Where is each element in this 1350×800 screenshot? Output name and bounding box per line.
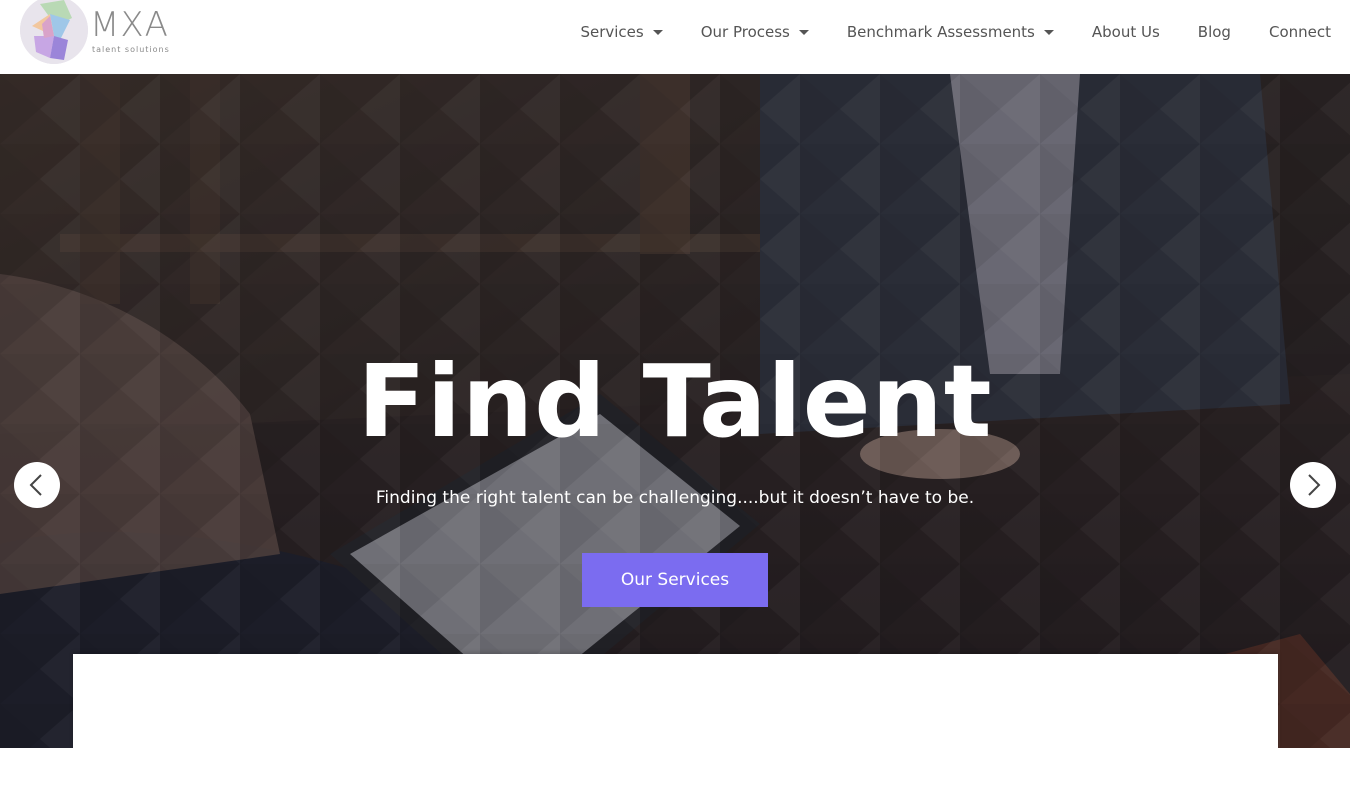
our-services-button[interactable]: Our Services — [582, 553, 768, 607]
nav-item-benchmark-assessments[interactable]: Benchmark Assessments — [847, 23, 1054, 41]
nav-item-label: Our Process — [700, 23, 790, 41]
logo-mark-icon — [20, 0, 88, 64]
hero-subtitle: Finding the right talent can be challeng… — [375, 488, 975, 508]
nav-item-services[interactable]: Services — [580, 23, 663, 41]
nav-item-label: Services — [580, 23, 644, 41]
nav-item-blog[interactable]: Blog — [1198, 23, 1231, 41]
content-card — [73, 654, 1278, 748]
chevron-right-icon — [1308, 474, 1321, 496]
main-nav: Services Our Process Benchmark Assessmen… — [542, 22, 1350, 42]
slider-next-button[interactable] — [1290, 462, 1336, 508]
nav-item-connect[interactable]: Connect — [1269, 23, 1331, 41]
nav-item-label: Connect — [1268, 23, 1331, 41]
nav-item-label: Blog — [1197, 23, 1231, 41]
caret-down-icon — [652, 29, 663, 35]
nav-item-about-us[interactable]: About Us — [1092, 23, 1160, 41]
caret-down-icon — [1043, 29, 1054, 35]
hero-title: Find Talent — [357, 343, 993, 460]
slider-prev-button[interactable] — [14, 462, 60, 508]
site-header: MXA talent solutions Services Our Proces… — [0, 0, 1350, 74]
page-body — [0, 748, 1350, 800]
brand-logo[interactable]: MXA talent solutions — [20, 0, 190, 66]
logo-tagline: talent solutions — [92, 45, 170, 54]
nav-item-label: About Us — [1091, 23, 1160, 41]
hero-slider: Find Talent Finding the right talent can… — [0, 74, 1350, 748]
chevron-left-icon — [29, 474, 42, 496]
nav-item-label: Benchmark Assessments — [846, 23, 1035, 41]
logo-wordmark: MXA — [90, 5, 169, 45]
nav-item-our-process[interactable]: Our Process — [701, 23, 809, 41]
caret-down-icon — [798, 29, 809, 35]
